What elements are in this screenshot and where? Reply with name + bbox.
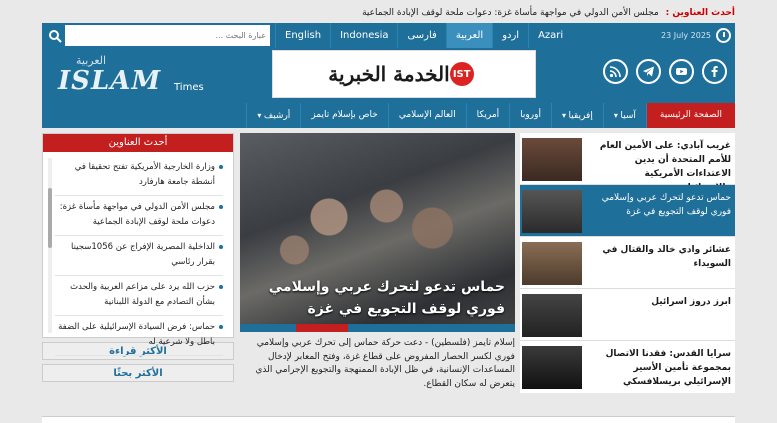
headline-item[interactable]: الداخلية المصرية الإفراج عن 1056سجينا بق…	[55, 236, 223, 276]
nav-america[interactable]: أمريكا	[465, 103, 510, 128]
nav-asia[interactable]: آسيا	[602, 103, 646, 128]
lang-urdu[interactable]: اردو	[492, 23, 528, 48]
ticker-label: أحدث العناوين :	[665, 8, 735, 18]
news-thumbnail	[522, 138, 582, 181]
featured-summary: إسلام تايمز (فلسطين) - دعت حركة حماس إلى…	[255, 338, 515, 389]
telegram-icon[interactable]	[636, 59, 661, 84]
news-thumbnail	[522, 294, 582, 337]
logo-times: Times	[174, 82, 204, 93]
featured-image	[260, 173, 490, 283]
featured-story[interactable]: حماس تدعو لتحرك عربي وإسلامي فوري لوقف ا…	[240, 133, 515, 332]
news-list: غريب آبادي: على الأمين العام للأمم المتح…	[520, 133, 735, 393]
latest-headlines-title: أحدث العناوين	[43, 134, 233, 152]
news-item[interactable]: سرايا القدس: فقدنا الاتصال بمجموعة تأمين…	[520, 341, 735, 393]
news-title[interactable]: ابرز دروز اسرائيل	[592, 295, 731, 309]
search-box	[42, 23, 272, 48]
sidebar-scrollbar[interactable]	[48, 158, 52, 333]
nav-europe[interactable]: أوروبا	[509, 103, 551, 128]
news-thumbnail	[522, 190, 582, 233]
nav-archive[interactable]: أرشيف	[246, 103, 300, 128]
news-item[interactable]: ابرز دروز اسرائيل	[520, 289, 735, 341]
news-service-banner[interactable]: الخدمة الخبرية IST	[272, 50, 536, 98]
slider-active-segment[interactable]	[296, 324, 348, 332]
ticker-text[interactable]: مجلس الأمن الدولي في مواجهة مأساة غزة: د…	[362, 8, 659, 18]
headline-item[interactable]: وزارة الخارجية الأمريكية تفتح تحقيقا في …	[55, 156, 223, 196]
scroll-thumb[interactable]	[48, 188, 52, 248]
headline-item[interactable]: مجلس الأمن الدولي في مواجهة مأساة غزة: د…	[55, 196, 223, 236]
nav-special[interactable]: خاص بإسلام تايمز	[300, 103, 388, 128]
nav-islamic-world[interactable]: العالم الإسلامي	[387, 103, 466, 128]
youtube-icon[interactable]	[669, 59, 694, 84]
lang-farsi[interactable]: فارسی	[397, 23, 445, 48]
nav-home[interactable]: الصفحة الرئيسية	[645, 103, 735, 128]
news-item[interactable]: عشائر وادي خالد والقتال في السويداء	[520, 237, 735, 289]
top-bar: English Indonesia فارسی العربية اردو Aza…	[42, 23, 735, 48]
news-item[interactable]: غريب آبادي: على الأمين العام للأمم المتح…	[520, 133, 735, 193]
lang-arabic[interactable]: العربية	[445, 23, 493, 48]
headline-item[interactable]: حماس: فرض السيادة الإسرائيلية على الضفة …	[55, 316, 223, 356]
microphone-icon: IST	[449, 62, 474, 86]
news-title[interactable]: حماس تدعو لتحرك عربي وإسلامي فوري لوقف ا…	[592, 191, 731, 219]
search-input[interactable]	[68, 25, 270, 46]
news-title[interactable]: سرايا القدس: فقدنا الاتصال بمجموعة تأمين…	[592, 347, 731, 389]
main-nav: الصفحة الرئيسية آسيا إفريقيا أوروبا أمري…	[42, 103, 735, 128]
lang-english[interactable]: English	[275, 23, 330, 48]
site-logo[interactable]: العربية ISLAM Times	[58, 54, 204, 98]
footer-strip	[42, 416, 735, 423]
banner-text: الخدمة الخبرية	[328, 62, 450, 86]
latest-headlines-box: أحدث العناوين وزارة الخارجية الأمريكية ت…	[42, 133, 234, 356]
nav-africa[interactable]: إفريقيا	[550, 103, 603, 128]
rss-icon[interactable]	[603, 59, 628, 84]
site-header: العربية ISLAM Times الخدمة الخبرية IST	[42, 48, 735, 103]
news-ticker[interactable]: أحدث العناوين : مجلس الأمن الدولي في موا…	[42, 4, 735, 22]
lang-azari[interactable]: Azari	[528, 23, 572, 48]
facebook-icon[interactable]	[702, 59, 727, 84]
headline-item[interactable]: حزب الله يرد على مزاعم العربية والحدث بش…	[55, 276, 223, 316]
social-links	[603, 59, 727, 84]
sidebar: أحدث العناوين وزارة الخارجية الأمريكية ت…	[42, 133, 234, 382]
language-bar: English Indonesia فارسی العربية اردو Aza…	[275, 23, 572, 48]
search-button[interactable]	[44, 25, 65, 46]
search-icon	[48, 29, 62, 43]
news-thumbnail	[522, 346, 582, 389]
lang-indonesia[interactable]: Indonesia	[330, 23, 397, 48]
most-searched-tab[interactable]: الأكثر بحثًا	[42, 364, 234, 382]
current-date: 23 July 2025	[660, 31, 711, 40]
news-title[interactable]: عشائر وادي خالد والقتال في السويداء	[592, 243, 731, 271]
logo-islam: ISLAM	[58, 66, 162, 96]
featured-caption[interactable]: حماس تدعو لتحرك عربي وإسلامي فوري لوقف ا…	[250, 276, 505, 320]
news-item-highlighted[interactable]: حماس تدعو لتحرك عربي وإسلامي فوري لوقف ا…	[520, 185, 735, 237]
clock-icon	[716, 28, 731, 43]
news-thumbnail	[522, 242, 582, 285]
slider-indicator	[240, 324, 515, 332]
